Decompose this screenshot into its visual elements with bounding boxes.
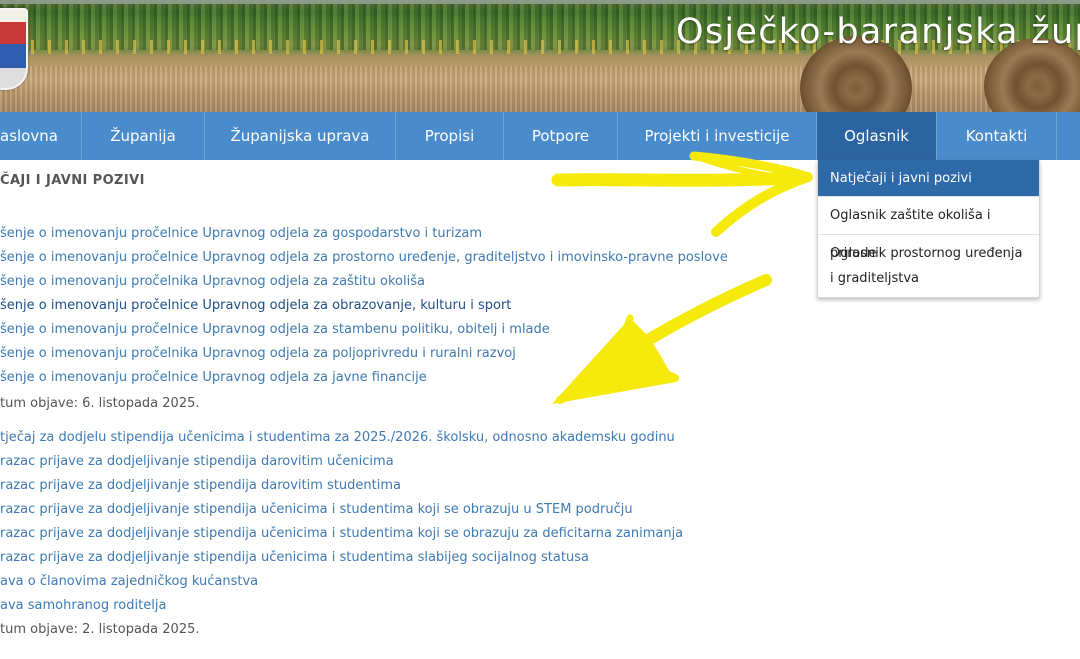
nav-item-oglasnik[interactable]: Oglasnik <box>817 112 937 160</box>
dropdown-item-prostorno-uredenje[interactable]: Oglasnik prostornog uređenja i graditelj… <box>818 235 1039 297</box>
document-link[interactable]: ava o članovima zajedničkog kućanstva <box>0 574 258 589</box>
document-link[interactable]: ava samohranog roditelja <box>0 598 166 613</box>
document-link[interactable]: šenje o imenovanju pročelnice Upravnog o… <box>0 226 482 241</box>
publish-date: tum objave: 6. listopada 2025. <box>0 396 200 411</box>
page-title: ČAJI I JAVNI POZIVI <box>0 173 145 188</box>
document-link[interactable]: šenje o imenovanju pročelnice Upravnog o… <box>0 250 728 265</box>
dropdown-item-zastita-okolisa[interactable]: Oglasnik zaštite okoliša i prirode <box>818 197 1039 261</box>
oglasnik-dropdown-menu: Natječaji i javni pozivi Oglasnik zaštit… <box>817 160 1040 298</box>
document-link[interactable]: tječaj za dodjelu stipendija učenicima i… <box>0 430 675 445</box>
header-banner: Osječko-baranjska župan <box>0 0 1080 112</box>
document-link[interactable]: šenje o imenovanju pročelnice Upravnog o… <box>0 322 550 337</box>
document-link[interactable]: šenje o imenovanju pročelnice Upravnog o… <box>0 370 427 385</box>
wheat-stubble <box>0 66 1080 112</box>
document-link[interactable]: šenje o imenovanju pročelnika Upravnog o… <box>0 346 516 361</box>
annotation-arrow-down-left <box>552 274 772 404</box>
document-link[interactable]: razac prijave za dodjeljivanje stipendij… <box>0 502 633 517</box>
dropdown-item-natjecaji[interactable]: Natječaji i javni pozivi <box>818 160 1039 197</box>
nav-item-kontakti[interactable]: Kontakti <box>937 112 1057 160</box>
annotation-arrow-right <box>551 151 813 237</box>
document-link[interactable]: razac prijave za dodjeljivanje stipendij… <box>0 454 394 469</box>
document-link[interactable]: razac prijave za dodjeljivanje stipendij… <box>0 478 401 493</box>
document-link[interactable]: šenje o imenovanju pročelnice Upravnog o… <box>0 298 511 313</box>
nav-item-overflow <box>1057 112 1080 160</box>
document-link[interactable]: razac prijave za dodjeljivanje stipendij… <box>0 526 683 541</box>
publish-date: tum objave: 2. listopada 2025. <box>0 622 200 637</box>
nav-item-zupanija[interactable]: Županija <box>82 112 205 160</box>
site-title[interactable]: Osječko-baranjska župan <box>676 10 1080 54</box>
document-link[interactable]: šenje o imenovanju pročelnika Upravnog o… <box>0 274 425 289</box>
coat-of-arms-logo[interactable] <box>0 8 28 90</box>
document-link[interactable]: razac prijave za dodjeljivanje stipendij… <box>0 550 589 565</box>
nav-item-propisi[interactable]: Propisi <box>396 112 504 160</box>
nav-item-potpore[interactable]: Potpore <box>504 112 618 160</box>
nav-item-zupanijska-uprava[interactable]: Županijska uprava <box>205 112 396 160</box>
main-nav: aslovna Županija Županijska uprava Propi… <box>0 112 1080 160</box>
nav-item-projekti[interactable]: Projekti i investicije <box>618 112 817 160</box>
nav-item-naslovna[interactable]: aslovna <box>0 112 82 160</box>
